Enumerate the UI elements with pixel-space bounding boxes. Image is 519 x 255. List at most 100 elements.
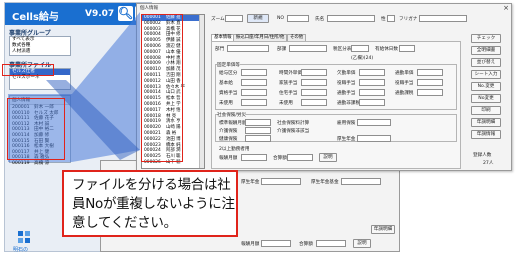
side-button[interactable]: チェック: [471, 34, 501, 43]
grade-select[interactable]: [289, 45, 327, 52]
pay-field[interactable]: [301, 69, 327, 76]
mini-list-name: 高橋 涼: [34, 160, 50, 166]
tax-table-label: 税区分表: [333, 47, 352, 52]
pay-field[interactable]: [417, 79, 443, 86]
pay-label: 通勤非課税: [337, 101, 360, 106]
pay-field[interactable]: [301, 99, 327, 106]
new-button[interactable]: 新規: [247, 14, 269, 23]
app-title: Cells給与: [12, 12, 59, 23]
total-field[interactable]: [287, 154, 313, 161]
title-bar: Cells給与 V9.07 🔍︎ ⌂: [5, 3, 151, 25]
pay-field[interactable]: [241, 99, 267, 106]
pay-label: 給与区分: [219, 71, 238, 76]
side-button[interactable]: シート入力: [471, 70, 501, 79]
fee-label: 健康保険: [219, 137, 238, 142]
sheet-monthly-field[interactable]: [261, 240, 291, 247]
tax-note: (乙欄)(24): [351, 56, 374, 61]
app-logo-icon: [18, 231, 30, 243]
kana-field[interactable]: [419, 15, 467, 22]
employee-list-highlight-box: [141, 14, 183, 162]
side-button[interactable]: No.変更: [471, 82, 501, 91]
group-list[interactable]: すべて表示 数式各種 人材派遣: [9, 36, 71, 56]
tab-other[interactable]: その他: [287, 34, 307, 41]
reg-count-value: 27人: [483, 161, 494, 166]
dept-select[interactable]: [227, 45, 269, 52]
gender-label: 性: [381, 17, 386, 22]
sheet-monthly-label: 報酬月額: [241, 242, 260, 247]
total-label: 合算額: [273, 156, 287, 161]
monthly-field[interactable]: [241, 154, 267, 161]
old-pension-label: 2以上勤務者用: [219, 147, 250, 152]
employee-dialog: 個人情報 × 000001 佐藤 進 000002 鈴木 直 000003 高橋 花 000…: [136, 3, 512, 171]
pay-label: 欠勤単価: [337, 71, 356, 76]
kana-label: フリガナ: [399, 17, 418, 22]
dialog-title: 個人情報: [140, 6, 158, 11]
social-check-label[interactable]: 社会保険料計算: [277, 120, 309, 126]
pay-field[interactable]: [241, 79, 267, 86]
pay-field[interactable]: [359, 99, 385, 106]
side-button[interactable]: No変更: [471, 94, 501, 103]
no-label: NO: [277, 16, 285, 21]
gender-field[interactable]: [387, 15, 395, 22]
sheet-total-field[interactable]: [316, 240, 346, 247]
search-icon[interactable]: 🔍︎: [118, 6, 133, 21]
name-field[interactable]: [327, 15, 375, 22]
tab-bank[interactable]: 振込口座/年月日/住所/他: [233, 34, 288, 41]
paid-leave-field[interactable]: [399, 45, 415, 52]
tax-table-select[interactable]: [351, 45, 369, 52]
side-button[interactable]: 年調明細: [471, 118, 501, 127]
pay-label: 住宅手当: [279, 91, 298, 96]
side-button[interactable]: 並び替え: [471, 58, 501, 67]
pay-label: 役職手当: [337, 81, 356, 86]
file-highlight-box: [2, 64, 54, 76]
pay-field[interactable]: [301, 79, 327, 86]
pay-field[interactable]: [417, 89, 443, 96]
pay-label: 基本給: [219, 81, 233, 86]
pay-field[interactable]: [417, 69, 443, 76]
paid-leave-label: 有給休日数: [375, 47, 398, 52]
pay-field[interactable]: [241, 69, 267, 76]
explain-button[interactable]: 説明: [319, 153, 337, 162]
pay-label: 役職手当: [395, 81, 414, 86]
side-button[interactable]: 印刷: [471, 106, 501, 115]
pay-label: 通勤単価: [395, 71, 414, 76]
pay-field[interactable]: [301, 89, 327, 96]
sheet-fee-field[interactable]: [261, 178, 301, 185]
group-item[interactable]: 人材派遣: [10, 49, 70, 55]
pension-fee-field[interactable]: [357, 135, 391, 142]
pay-label: 未使用: [219, 101, 233, 106]
pay-field[interactable]: [359, 69, 385, 76]
sheet-tax-button[interactable]: 年調明細: [371, 225, 395, 234]
pay-field[interactable]: [359, 79, 385, 86]
close-icon[interactable]: ×: [503, 4, 509, 12]
mini-list-row[interactable]: 000119 高橋 涼: [10, 161, 70, 167]
care-field[interactable]: [245, 127, 271, 134]
tab-basic[interactable]: 基本情報: [211, 34, 235, 41]
sheet-fee-label: 厚生年金: [241, 180, 260, 185]
care-check-label[interactable]: 介護保険非該当: [277, 128, 309, 134]
health-fee-field[interactable]: [245, 135, 271, 142]
insurance-label: 介護保険: [219, 129, 238, 134]
insurance-label: 雇用保険: [337, 121, 356, 126]
pay-field[interactable]: [241, 89, 267, 96]
zoom-select[interactable]: [225, 15, 243, 22]
side-button[interactable]: 年調情報: [471, 130, 501, 139]
employment-select[interactable]: [357, 119, 391, 126]
dept-label: 部門: [215, 47, 225, 52]
monthly-label: 報酬月額: [219, 156, 238, 161]
mini-list-no: 000119: [12, 160, 30, 166]
no-field[interactable]: [287, 15, 309, 22]
reg-count-label: 登録人数: [473, 153, 492, 158]
insurance-label: 標準報酬月額: [219, 121, 247, 126]
pay-label: 資格手当: [219, 91, 238, 96]
sheet-fee-field[interactable]: [341, 178, 381, 185]
mini-list-highlight-box: [7, 98, 65, 160]
side-button[interactable]: 全明細書: [471, 46, 501, 55]
pay-label: 通勤課税: [395, 91, 414, 96]
pay-field[interactable]: [359, 89, 385, 96]
grade-label: 部課: [277, 47, 287, 52]
sheet-explain-button[interactable]: 説明: [353, 239, 371, 248]
list-scrollbar[interactable]: [199, 15, 204, 168]
pay-label: 未使用: [279, 101, 293, 106]
standard-pay-field[interactable]: [245, 119, 271, 126]
